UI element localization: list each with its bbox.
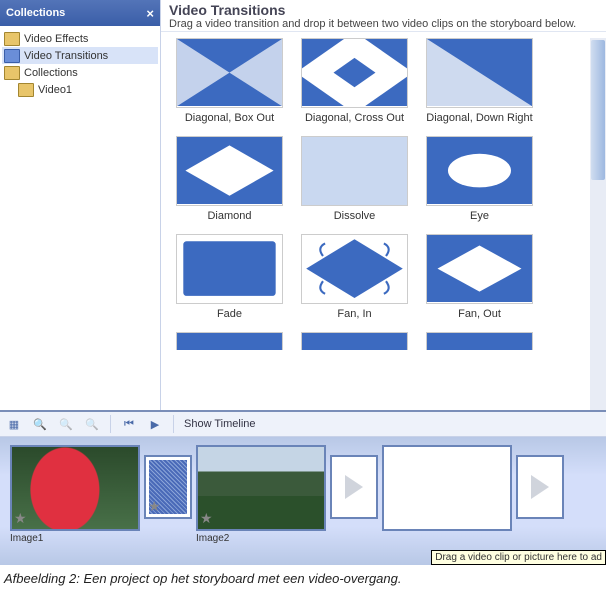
- tree-item-video-transitions[interactable]: Video Transitions: [2, 47, 158, 64]
- folder-icon: [4, 49, 20, 63]
- clip-label: Image1: [10, 533, 140, 544]
- tree-label: Collections: [24, 67, 78, 79]
- transition-item[interactable]: Fade: [167, 228, 292, 326]
- transition-thumb: [301, 332, 408, 350]
- clip-label: Image2: [196, 533, 326, 544]
- upper-pane: Collections × Video Effects Video Transi…: [0, 0, 606, 412]
- page-subtitle: Drag a video transition and drop it betw…: [169, 18, 598, 30]
- transition-item[interactable]: Diagonal, Down Right: [417, 32, 542, 130]
- drag-hint-tooltip: Drag a video clip or picture here to ad: [431, 550, 606, 565]
- clip-thumb: ★: [196, 445, 326, 531]
- transition-label: Diagonal, Box Out: [167, 112, 292, 124]
- transition-label: Fan, In: [292, 308, 417, 320]
- transition-label: Eye: [417, 210, 542, 222]
- storyboard-empty-slot[interactable]: [382, 445, 512, 531]
- close-icon[interactable]: ×: [146, 6, 154, 21]
- transition-label: Diamond: [167, 210, 292, 222]
- zoom-fit-icon[interactable]: 🔍: [84, 416, 100, 432]
- page-title: Video Transitions: [169, 2, 598, 18]
- transition-label: Diagonal, Down Right: [417, 112, 542, 124]
- storyboard-clip[interactable]: ★ Image2: [196, 445, 326, 544]
- separator: [173, 415, 174, 433]
- transition-label: Fan, Out: [417, 308, 542, 320]
- tree-item-video1[interactable]: Video1: [2, 81, 158, 98]
- zoom-out-icon[interactable]: 🔍: [58, 416, 74, 432]
- rewind-icon[interactable]: ⏮: [121, 416, 137, 432]
- tree-item-collections[interactable]: Collections: [2, 64, 158, 81]
- tree-label: Video Effects: [24, 33, 88, 45]
- empty-transition-icon: [531, 475, 549, 499]
- transition-label: Dissolve: [292, 210, 417, 222]
- transition-item[interactable]: Dissolve: [292, 130, 417, 228]
- storyboard-transition-slot[interactable]: [330, 455, 378, 519]
- transition-thumb: [176, 332, 283, 350]
- collections-panel: Collections × Video Effects Video Transi…: [0, 0, 161, 410]
- transition-thumb: [176, 136, 283, 206]
- tree-label: Video1: [38, 84, 72, 96]
- transition-item[interactable]: [292, 326, 417, 350]
- transition-item[interactable]: Fan, Out: [417, 228, 542, 326]
- transition-item[interactable]: Diagonal, Box Out: [167, 32, 292, 130]
- transition-label: Fade: [167, 308, 292, 320]
- folder-icon: [18, 83, 34, 97]
- transition-thumb: [301, 136, 408, 206]
- collections-header: Collections ×: [0, 0, 160, 26]
- transition-thumb: [176, 38, 283, 108]
- scroll-thumb[interactable]: [591, 40, 605, 180]
- storyboard-transition-slot[interactable]: ★: [144, 455, 192, 519]
- transition-thumb: [426, 234, 533, 304]
- show-timeline-button[interactable]: Show Timeline: [184, 418, 256, 430]
- collections-tree: Video Effects Video Transitions Collecti…: [0, 26, 160, 102]
- clip-thumb: [382, 445, 512, 531]
- folder-icon: [4, 66, 20, 80]
- figure-caption: Afbeelding 2: Een project op het storybo…: [0, 565, 606, 592]
- tree-item-video-effects[interactable]: Video Effects: [2, 30, 158, 47]
- effect-star-icon: ★: [200, 510, 213, 527]
- transition-thumb: [426, 332, 533, 350]
- transitions-panel: Video Transitions Drag a video transitio…: [161, 0, 606, 410]
- transition-item[interactable]: [417, 326, 542, 350]
- trans-row: [167, 326, 600, 350]
- app-window: Collections × Video Effects Video Transi…: [0, 0, 606, 592]
- storyboard[interactable]: ★ Image1 ★ ★ Image2 Drag a video clip or…: [0, 437, 606, 565]
- storyboard-transition-slot[interactable]: [516, 455, 564, 519]
- effect-star-icon: ★: [14, 510, 27, 527]
- transition-item[interactable]: Eye: [417, 130, 542, 228]
- trans-row: Diamond Dissolve Eye: [167, 130, 600, 228]
- tree-label: Video Transitions: [24, 50, 108, 62]
- transition-item[interactable]: Diagonal, Cross Out: [292, 32, 417, 130]
- separator: [110, 415, 111, 433]
- effect-star-icon: ★: [148, 498, 161, 515]
- transition-thumb: [301, 234, 408, 304]
- storyboard-clip[interactable]: ★ Image1: [10, 445, 140, 544]
- clip-thumb: ★: [10, 445, 140, 531]
- trans-row: Diagonal, Box Out Diagonal, Cross Out Di…: [167, 32, 600, 130]
- empty-transition-icon: [345, 475, 363, 499]
- folder-icon: [4, 32, 20, 46]
- transition-thumb: [176, 234, 283, 304]
- trans-row: Fade Fan, In Fan, Out: [167, 228, 600, 326]
- transition-item[interactable]: [167, 326, 292, 350]
- collections-title: Collections: [6, 7, 65, 19]
- transition-thumb: [301, 38, 408, 108]
- transition-label: Diagonal, Cross Out: [292, 112, 417, 124]
- transition-thumb: [426, 38, 533, 108]
- storyboard-toolbar: ▦ 🔍 🔍 🔍 ⏮ ▶ Show Timeline: [0, 412, 606, 437]
- transition-item[interactable]: Fan, In: [292, 228, 417, 326]
- zoom-in-icon[interactable]: 🔍: [32, 416, 48, 432]
- transition-item[interactable]: Diamond: [167, 130, 292, 228]
- main-header: Video Transitions Drag a video transitio…: [161, 0, 606, 32]
- tasks-icon[interactable]: ▦: [6, 416, 22, 432]
- transition-thumb: [426, 136, 533, 206]
- play-icon[interactable]: ▶: [147, 416, 163, 432]
- transitions-grid: Diagonal, Box Out Diagonal, Cross Out Di…: [161, 32, 606, 410]
- vertical-scrollbar[interactable]: [590, 38, 606, 410]
